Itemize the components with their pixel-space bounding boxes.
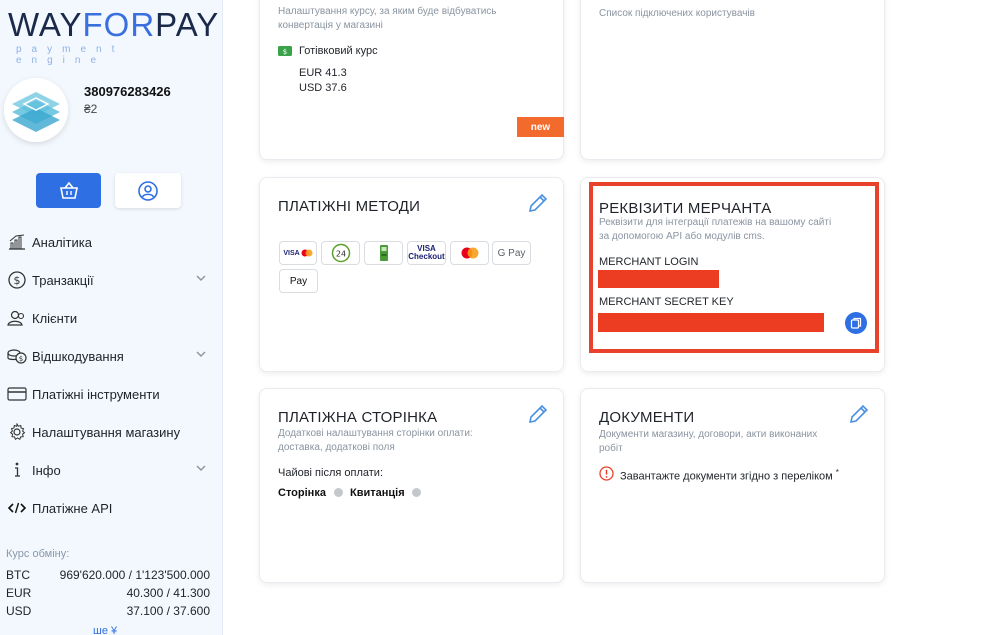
pencil-icon[interactable]: [848, 403, 870, 425]
profile-button[interactable]: [115, 173, 181, 208]
sidebar-item-label: Інфо: [32, 462, 61, 478]
card-description: Список підключених користувачів: [599, 8, 755, 19]
visa-checkout-method[interactable]: VISA Checkout: [407, 241, 446, 265]
dollar-circle-icon: $: [6, 271, 28, 289]
sidebar-item-payment-instruments[interactable]: Платіжні інструменти: [0, 375, 222, 413]
coins-icon: $: [6, 347, 28, 365]
svg-text:$: $: [283, 48, 287, 56]
rate-value: 37.100 / 37.600: [126, 604, 210, 618]
card-title: ПЛАТІЖНІ МЕТОДИ: [278, 198, 421, 215]
code-icon: [6, 499, 28, 517]
card-description: Документи магазину, договори, акти викон…: [599, 429, 818, 454]
pencil-icon[interactable]: [527, 192, 549, 214]
option-receipt-label: Квитанція: [350, 487, 405, 499]
privat24-method[interactable]: 24: [321, 241, 360, 265]
terminal-icon: [379, 245, 388, 261]
merchant-secret-key-value-redacted: [598, 313, 824, 332]
sidebar-nav: Аналітика $ Транзакції Клієнти $ Відшкод…: [0, 223, 222, 527]
layers-icon: [4, 78, 68, 142]
google-pay-method[interactable]: G Pay: [492, 241, 531, 265]
rate-currency: EUR: [6, 586, 32, 600]
logo-text-right: PAY: [155, 6, 220, 43]
card-icon: [6, 385, 28, 403]
rate-row-btc: BTC 969'620.000 / 1'123'500.000: [6, 568, 210, 582]
tips-label: Чайові після оплати:: [278, 467, 383, 479]
mastercard-logo: [301, 249, 313, 257]
sidebar-item-label: Транзакції: [32, 272, 94, 288]
users-card[interactable]: Список підключених користувачів: [580, 0, 885, 160]
mastercard-logo: [461, 247, 478, 259]
card-title: ДОКУМЕНТИ: [599, 409, 695, 426]
usd-rate: USD 37.6: [299, 82, 347, 94]
card-title: ПЛАТІЖНА СТОРІНКА: [278, 409, 438, 426]
gear-icon: [6, 423, 28, 441]
option-page-label: Сторінка: [278, 487, 326, 499]
svg-text:24: 24: [335, 250, 345, 259]
option-receipt-radio[interactable]: [412, 488, 421, 497]
logo-text-left: WAY: [8, 6, 83, 43]
sidebar: WAYFORPAY payment engine 380976283426 ₴2: [0, 0, 223, 635]
privat24-logo: 24: [331, 243, 350, 263]
rate-value: 969'620.000 / 1'123'500.000: [59, 568, 210, 582]
option-page-radio[interactable]: [334, 488, 343, 497]
documents-notice: Завантажте документи згідно з переліком …: [620, 468, 839, 483]
rate-row-eur: EUR 40.300 / 41.300: [6, 586, 210, 600]
sidebar-item-transactions[interactable]: $ Транзакції: [0, 261, 222, 299]
sidebar-item-info[interactable]: Інфо: [0, 451, 222, 489]
chevron-down-icon[interactable]: [196, 274, 206, 282]
basket-button[interactable]: [36, 173, 101, 208]
sidebar-item-label: Відшкодування: [32, 348, 124, 364]
rate-currency: BTC: [6, 568, 30, 582]
logo-subtitle: payment engine: [16, 44, 125, 66]
alert-circle-icon: [599, 466, 614, 481]
sidebar-item-store-settings[interactable]: Налаштування магазину: [0, 413, 222, 451]
mastercard-method[interactable]: [450, 241, 489, 265]
sidebar-item-label: Налаштування магазину: [32, 424, 181, 440]
sidebar-item-analytics[interactable]: Аналітика: [0, 223, 222, 261]
svg-text:$: $: [14, 274, 21, 287]
rate-value: 40.300 / 41.300: [126, 586, 210, 600]
merchant-account-id: 380976283426: [84, 84, 171, 99]
more-rates-link[interactable]: ше ¥: [93, 625, 117, 635]
cash-icon: $: [278, 46, 292, 56]
basket-icon: [59, 181, 78, 199]
merchant-login-value-redacted: [598, 270, 719, 288]
chevron-down-icon[interactable]: [196, 350, 206, 358]
sidebar-item-label: Аналітика: [32, 234, 92, 250]
new-badge: new: [517, 117, 564, 137]
svg-text:$: $: [19, 355, 23, 363]
visa-mastercard-method[interactable]: VISA: [279, 241, 317, 265]
avatar[interactable]: [4, 78, 68, 142]
chart-icon: [6, 233, 28, 251]
sidebar-item-clients[interactable]: Клієнти: [0, 299, 222, 337]
sidebar-item-label: Платіжні інструменти: [32, 386, 160, 402]
sidebar-item-label: Клієнти: [32, 310, 78, 326]
wayforpay-logo[interactable]: WAYFORPAY payment engine: [8, 6, 218, 67]
rate-currency: USD: [6, 604, 32, 618]
sidebar-item-label: Платіжне API: [32, 500, 113, 516]
required-mark: *: [835, 468, 839, 477]
apple-pay-method[interactable]: Pay: [279, 269, 318, 293]
eur-rate: EUR 41.3: [299, 67, 347, 79]
cash-terminal-method[interactable]: [364, 241, 403, 265]
chevron-down-icon[interactable]: [196, 464, 206, 472]
cash-rate-label: Готівковий курс: [299, 45, 378, 57]
documents-card[interactable]: ДОКУМЕНТИ Документи магазину, договори, …: [580, 388, 885, 583]
card-description: Додаткові налаштування сторінки оплати: …: [278, 428, 473, 453]
logo-text-accent: FOR: [82, 6, 156, 43]
exchange-rates-title: Курс обміну:: [6, 548, 70, 560]
user-circle-icon: [138, 180, 158, 201]
account-balance: ₴2: [84, 102, 98, 116]
sidebar-item-refunds[interactable]: $ Відшкодування: [0, 337, 222, 375]
users-icon: [6, 309, 28, 327]
rate-row-usd: USD 37.100 / 37.600: [6, 604, 210, 618]
info-icon: [6, 461, 28, 479]
payment-methods-card[interactable]: ПЛАТІЖНІ МЕТОДИ VISA 24 VISA Checkout G …: [259, 177, 564, 372]
payment-page-card[interactable]: ПЛАТІЖНА СТОРІНКА Додаткові налаштування…: [259, 388, 564, 583]
pencil-icon[interactable]: [527, 403, 549, 425]
card-description: Налаштування курсу, за яким буде відбува…: [278, 6, 497, 31]
sidebar-item-payment-api[interactable]: Платіжне API: [0, 489, 222, 527]
